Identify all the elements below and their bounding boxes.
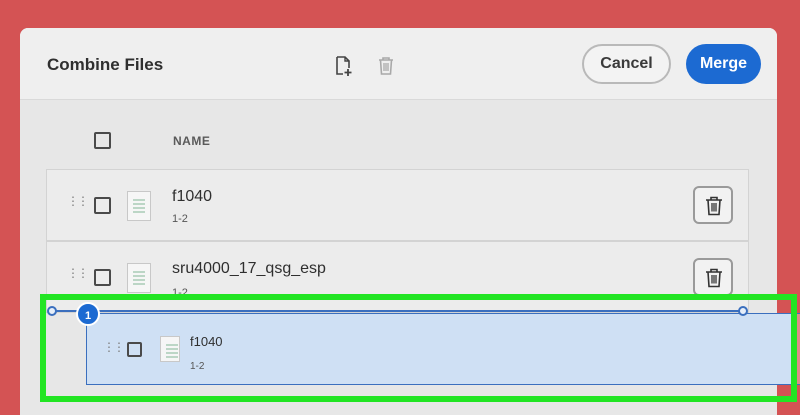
column-header-name: NAME (173, 134, 211, 148)
trash-icon[interactable] (375, 55, 397, 77)
trash-icon (706, 268, 722, 288)
dialog-title: Combine Files (47, 55, 164, 74)
select-all-checkbox[interactable] (94, 132, 111, 149)
file-checkbox[interactable] (94, 269, 111, 286)
drag-handle-icon[interactable]: ⋮⋮ (67, 267, 89, 279)
delete-file-button[interactable] (693, 186, 733, 224)
file-pages: 1-2 (172, 213, 188, 225)
file-checkbox[interactable] (94, 197, 111, 214)
cancel-button[interactable]: Cancel (582, 44, 671, 84)
highlight-box (40, 294, 797, 402)
trash-icon (706, 196, 722, 216)
file-name: sru4000_17_qsg_esp (172, 260, 326, 277)
file-row[interactable]: ⋮⋮ f1040 1-2 (46, 169, 749, 241)
dialog-header: Combine Files Cancel Merge (20, 28, 777, 100)
file-thumbnail (127, 191, 151, 221)
merge-button[interactable]: Merge (686, 44, 761, 84)
drag-handle-icon[interactable]: ⋮⋮ (67, 195, 89, 207)
file-name: f1040 (172, 188, 213, 205)
add-file-icon[interactable] (332, 55, 354, 77)
delete-file-button[interactable] (693, 258, 733, 296)
file-thumbnail (127, 263, 151, 293)
